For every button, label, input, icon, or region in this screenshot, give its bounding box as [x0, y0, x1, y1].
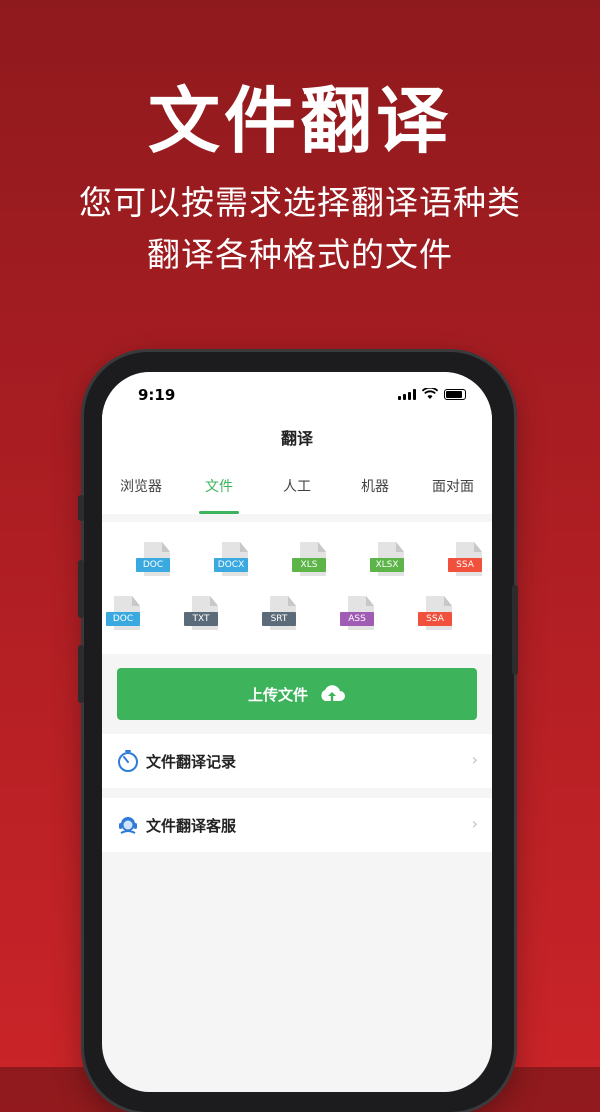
- cloud-upload-icon: [321, 685, 345, 702]
- hero-subtitle-line1: 您可以按需求选择翻译语种类: [79, 183, 521, 222]
- file-type-icon: SSA: [448, 542, 488, 586]
- file-type-label: SRT: [262, 612, 296, 626]
- file-type-icon: TXT: [184, 596, 224, 640]
- file-type-icon: DOCX: [214, 542, 254, 586]
- customer-service-icon: [116, 813, 140, 837]
- chevron-right-icon: ›: [471, 750, 478, 769]
- upload-file-button[interactable]: 上传文件: [117, 668, 477, 720]
- chevron-right-icon: ›: [471, 814, 478, 833]
- menu-item-label: 文件翻译客服: [146, 816, 237, 835]
- upload-button-label: 上传文件: [247, 685, 308, 704]
- file-type-icon: DOC: [106, 596, 146, 640]
- status-bar: 9:19: [102, 372, 492, 416]
- battery-icon: [444, 388, 466, 400]
- file-type-label: DOC: [136, 558, 170, 572]
- file-type-label: SSA: [448, 558, 482, 572]
- file-type-label: XLSX: [370, 558, 404, 572]
- power-button: [512, 585, 518, 675]
- hero-title: 文件翻译: [147, 79, 452, 163]
- tab-human[interactable]: 人工: [258, 462, 336, 514]
- phone-screen: 9:19 翻译 浏览器 文件 人工 机器 面对面 DOC DOCX XLS XL…: [102, 372, 492, 1092]
- file-type-icon: SSA: [418, 596, 458, 640]
- volume-down-button: [78, 645, 84, 703]
- file-type-label: XLS: [292, 558, 326, 572]
- hero-subtitle-line2: 翻译各种格式的文件: [147, 235, 453, 274]
- tab-file[interactable]: 文件: [180, 462, 258, 514]
- file-type-icon: XLS: [292, 542, 332, 586]
- menu-item-label: 文件翻译记录: [146, 752, 237, 771]
- mute-switch: [78, 495, 84, 521]
- nav-bar: 翻译: [102, 416, 492, 462]
- tab-machine[interactable]: 机器: [336, 462, 414, 514]
- file-type-icon: DOC: [136, 542, 176, 586]
- file-type-label: DOC: [106, 612, 140, 626]
- wifi-icon: [422, 388, 438, 399]
- tab-face-to-face[interactable]: 面对面: [414, 462, 492, 514]
- file-type-icon: ASS: [340, 596, 380, 640]
- file-type-label: TXT: [184, 612, 218, 626]
- menu-item-customer-service[interactable]: 文件翻译客服 ›: [102, 798, 492, 852]
- file-type-icon: XLSX: [370, 542, 410, 586]
- file-type-icon: SRT: [262, 596, 302, 640]
- tab-bar: 浏览器 文件 人工 机器 面对面: [102, 462, 492, 514]
- menu-item-translation-history[interactable]: 文件翻译记录 ›: [102, 734, 492, 788]
- file-type-label: DOCX: [214, 558, 248, 572]
- cellular-signal-icon: [398, 388, 416, 400]
- file-type-label: ASS: [340, 612, 374, 626]
- file-type-grid: DOC DOCX XLS XLSX SSA DOC TXT SRT ASS SS…: [102, 522, 492, 654]
- file-type-label: SSA: [418, 612, 452, 626]
- page-title: 翻译: [280, 429, 313, 448]
- timer-icon: [116, 749, 140, 773]
- tab-browser[interactable]: 浏览器: [102, 462, 180, 514]
- volume-up-button: [78, 560, 84, 618]
- status-time: 9:19: [138, 386, 176, 404]
